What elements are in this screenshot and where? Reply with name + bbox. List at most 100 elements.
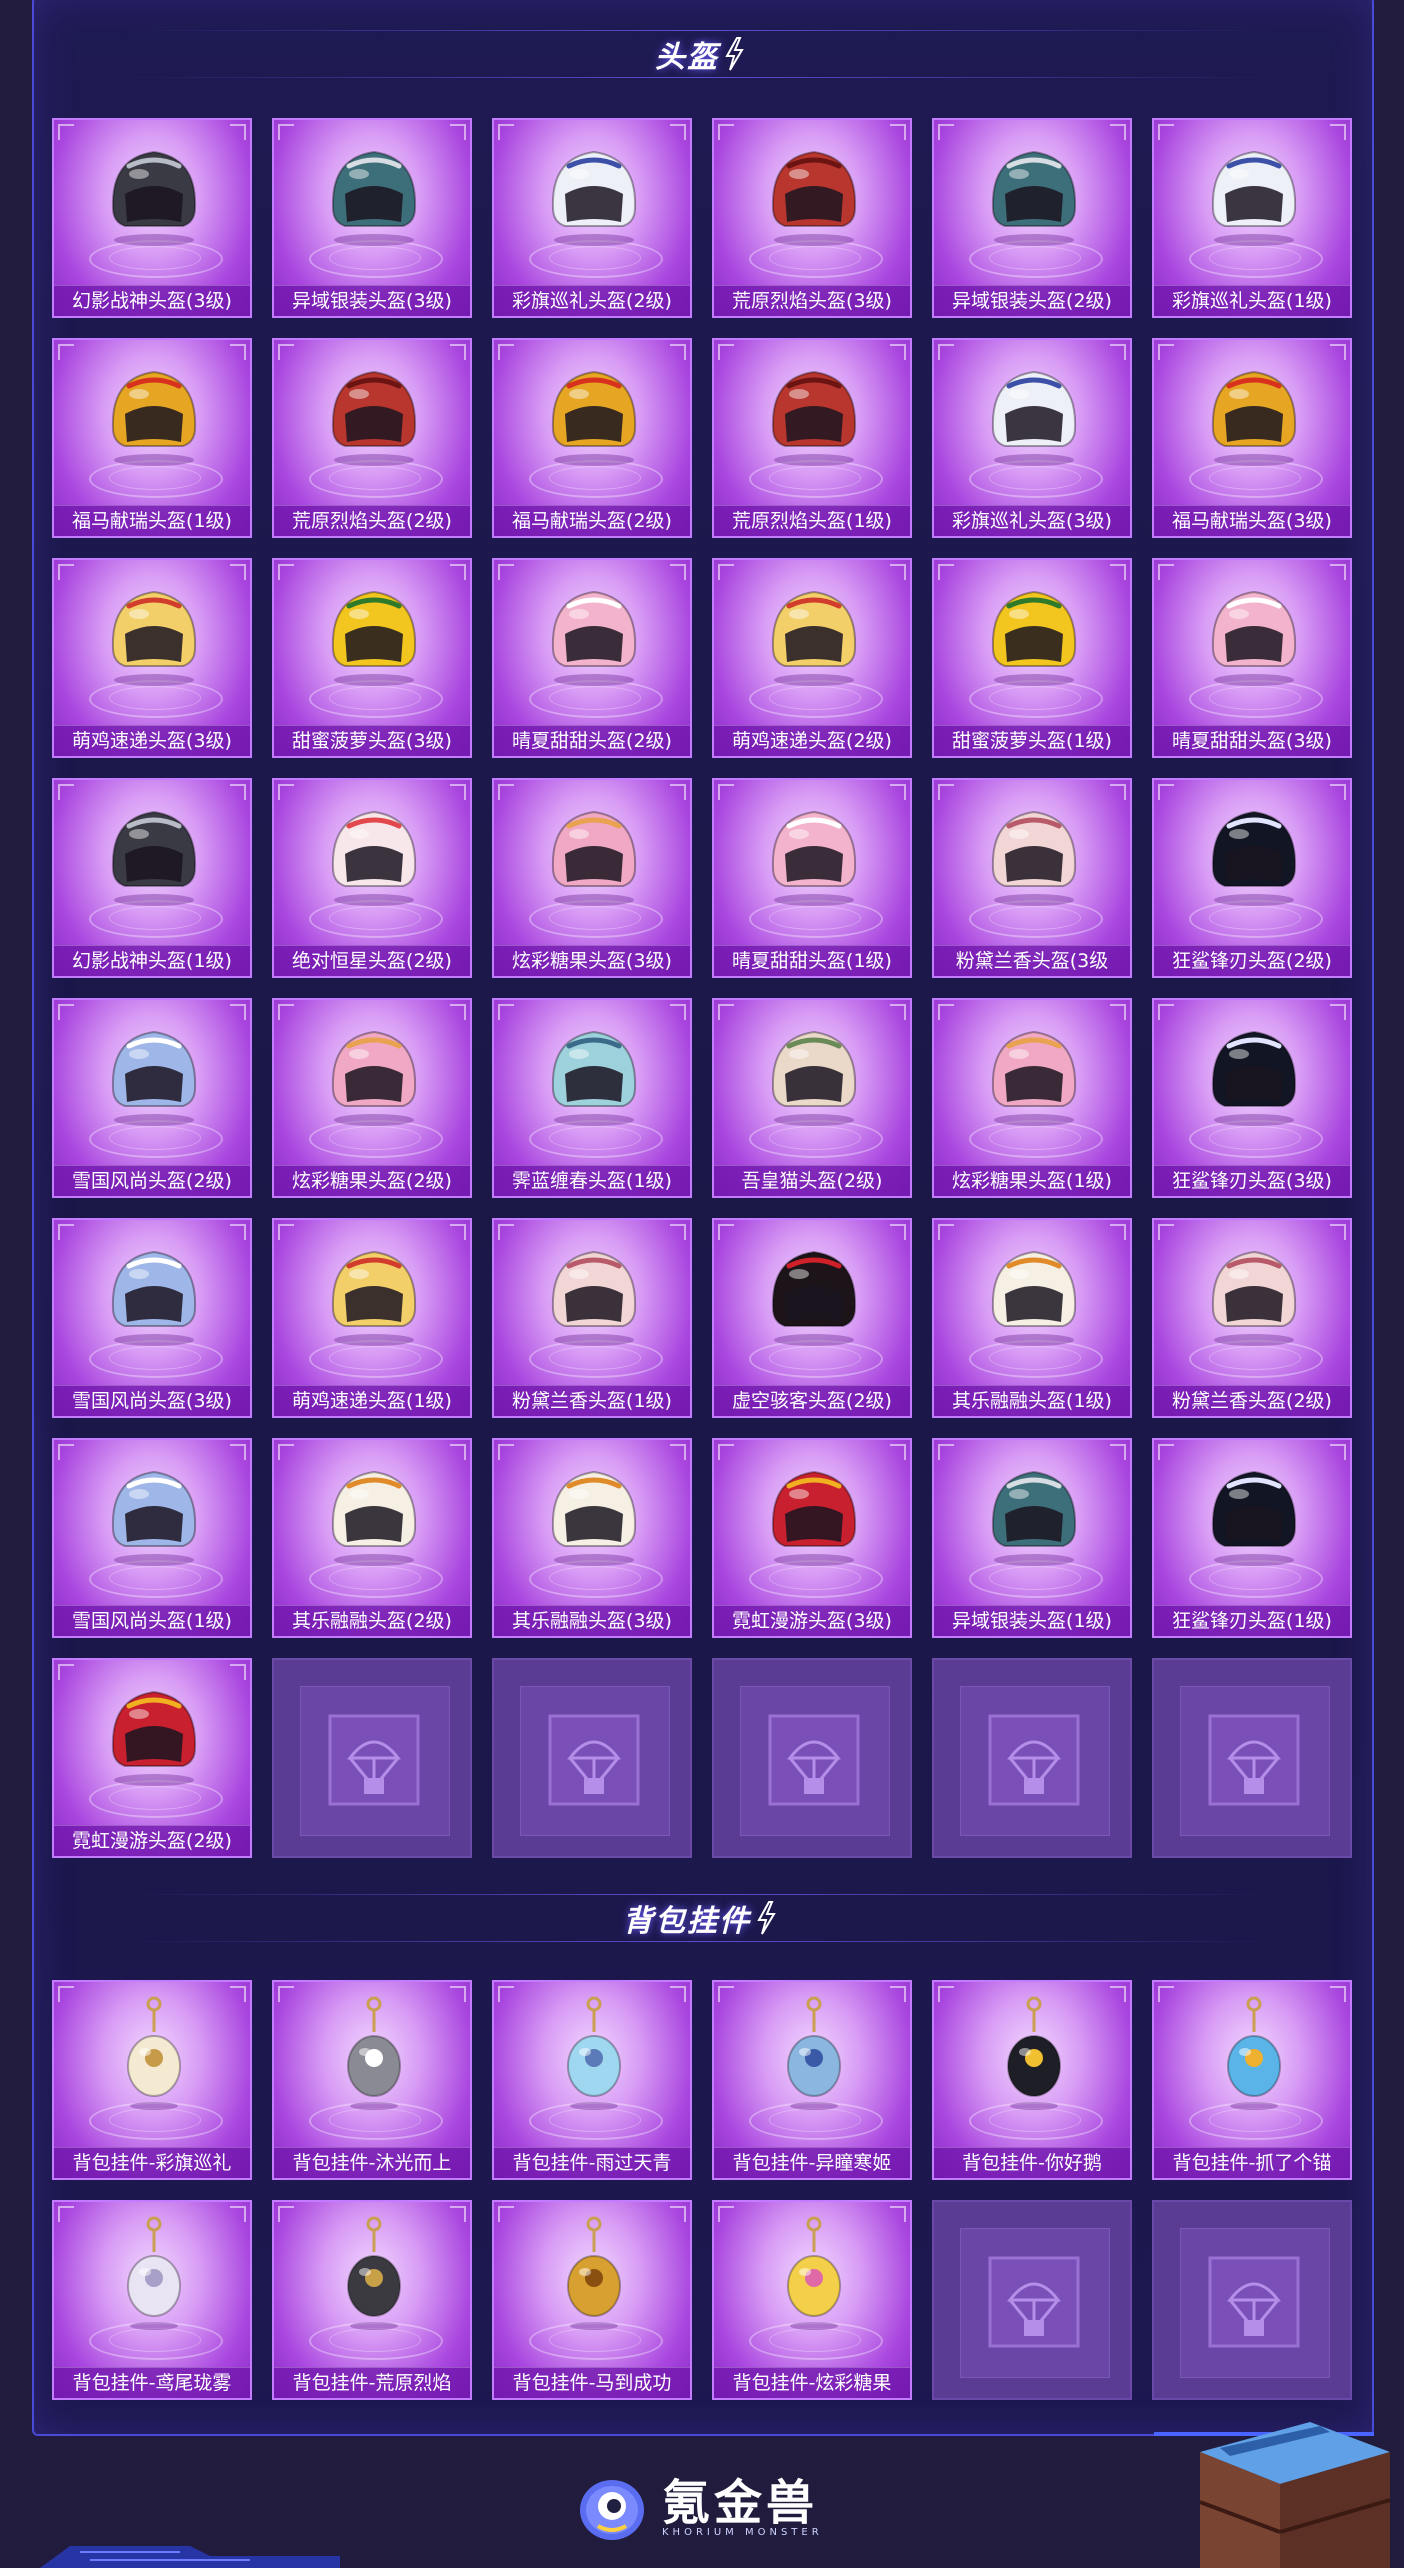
helmet-card[interactable]: 福马献瑞头盔(2级) (492, 338, 692, 538)
pedestal-ring (329, 906, 421, 930)
helmet-label: 荒原烈焰头盔(3级) (714, 285, 910, 316)
helmet-card[interactable]: 雪国风尚头盔(1级) (52, 1438, 252, 1638)
helmet-card[interactable]: 晴夏甜甜头盔(2级) (492, 558, 692, 758)
pedestal-ring (109, 246, 201, 270)
helmet-card[interactable]: 萌鸡速递头盔(3级) (52, 558, 252, 758)
card-corner (1158, 784, 1174, 800)
empty-slot (932, 1658, 1132, 1858)
helmet-label: 异域银装头盔(2级) (934, 285, 1130, 316)
helmet-card[interactable]: 雪国风尚头盔(2级) (52, 998, 252, 1198)
card-corner (450, 784, 466, 800)
card-corner (718, 2206, 734, 2222)
pedestal-ring (989, 686, 1081, 710)
helmet-card[interactable]: 福马献瑞头盔(1级) (52, 338, 252, 538)
helmet-card[interactable]: 萌鸡速递头盔(1级) (272, 1218, 472, 1418)
card-corner (450, 564, 466, 580)
brand-subtitle: KHORIUM MONSTER (662, 2526, 823, 2538)
card-corner (1330, 1444, 1346, 1460)
card-corner (278, 1444, 294, 1460)
card-corner (230, 564, 246, 580)
helmet-card[interactable]: 炫彩糖果头盔(2级) (272, 998, 472, 1198)
helmet-card[interactable]: 绝对恒星头盔(2级) (272, 778, 472, 978)
helmet-card[interactable]: 其乐融融头盔(1级) (932, 1218, 1132, 1418)
helmet-card[interactable]: 幻影战神头盔(3级) (52, 118, 252, 318)
charm-card[interactable]: 背包挂件-异瞳寒姬 (712, 1980, 912, 2180)
pedestal-ring (109, 1126, 201, 1150)
helmet-card[interactable]: 狂鲨锋刃头盔(2级) (1152, 778, 1352, 978)
lightning-icon (725, 37, 744, 71)
card-corner (670, 1004, 686, 1020)
card-corner (230, 1224, 246, 1240)
card-corner (890, 2206, 906, 2222)
card-corner (230, 1004, 246, 1020)
helmet-card[interactable]: 霁蓝缠春头盔(1级) (492, 998, 692, 1198)
helmet-card[interactable]: 粉黛兰香头盔(1级) (492, 1218, 692, 1418)
pedestal-ring (1209, 1126, 1301, 1150)
helmet-card[interactable]: 霓虹漫游头盔(3级) (712, 1438, 912, 1638)
card-corner (938, 1986, 954, 2002)
pedestal-ring (769, 1566, 861, 1590)
helmet-card[interactable]: 荒原烈焰头盔(3级) (712, 118, 912, 318)
airdrop-crate-icon (1199, 2422, 1391, 2568)
helmet-label: 甜蜜菠萝头盔(3级) (274, 725, 470, 756)
helmet-label: 粉黛兰香头盔(2级) (1154, 1385, 1350, 1416)
charm-card[interactable]: 背包挂件-马到成功 (492, 2200, 692, 2400)
card-corner (938, 344, 954, 360)
helmet-card[interactable]: 福马献瑞头盔(3级) (1152, 338, 1352, 538)
charm-card[interactable]: 背包挂件-炫彩糖果 (712, 2200, 912, 2400)
helmet-card[interactable]: 吾皇猫头盔(2级) (712, 998, 912, 1198)
card-corner (938, 564, 954, 580)
helmet-card[interactable]: 萌鸡速递头盔(2级) (712, 558, 912, 758)
charm-card[interactable]: 背包挂件-雨过天青 (492, 1980, 692, 2180)
charm-card[interactable]: 背包挂件-你好鹅 (932, 1980, 1132, 2180)
charms-section-header: 背包挂件 (120, 1882, 1280, 1954)
helmet-card[interactable]: 雪国风尚头盔(3级) (52, 1218, 252, 1418)
card-corner (718, 1004, 734, 1020)
brand-logo: 氪金兽 KHORIUM MONSTER (574, 2470, 823, 2546)
helmet-card[interactable]: 狂鲨锋刃头盔(3级) (1152, 998, 1352, 1198)
charm-card[interactable]: 背包挂件-彩旗巡礼 (52, 1980, 252, 2180)
card-corner (58, 784, 74, 800)
helmet-card[interactable]: 甜蜜菠萝头盔(1级) (932, 558, 1132, 758)
helmet-card[interactable]: 彩旗巡礼头盔(2级) (492, 118, 692, 318)
card-corner (498, 564, 514, 580)
card-corner (1330, 124, 1346, 140)
helmet-card[interactable]: 彩旗巡礼头盔(3级) (932, 338, 1132, 538)
charm-card[interactable]: 背包挂件-沐光而上 (272, 1980, 472, 2180)
helmet-card[interactable]: 甜蜜菠萝头盔(3级) (272, 558, 472, 758)
helmet-card[interactable]: 炫彩糖果头盔(1级) (932, 998, 1132, 1198)
card-corner (450, 344, 466, 360)
empty-slot (1152, 2200, 1352, 2400)
helmet-card[interactable]: 霓虹漫游头盔(2级) (52, 1658, 252, 1858)
helmet-card[interactable]: 异域银装头盔(1级) (932, 1438, 1132, 1638)
helmet-card[interactable]: 异域银装头盔(2级) (932, 118, 1132, 318)
helmet-card[interactable]: 其乐融融头盔(3级) (492, 1438, 692, 1638)
card-corner (1158, 564, 1174, 580)
card-corner (498, 1224, 514, 1240)
helmet-card[interactable]: 粉黛兰香头盔(3级 (932, 778, 1132, 978)
charm-card[interactable]: 背包挂件-抓了个锚 (1152, 1980, 1352, 2180)
helmet-card[interactable]: 其乐融融头盔(2级) (272, 1438, 472, 1638)
helmet-label: 雪国风尚头盔(2级) (54, 1165, 250, 1196)
card-corner (890, 1986, 906, 2002)
helmet-card[interactable]: 晴夏甜甜头盔(1级) (712, 778, 912, 978)
helmet-label: 异域银装头盔(3级) (274, 285, 470, 316)
helmet-label: 绝对恒星头盔(2级) (274, 945, 470, 976)
helmet-card[interactable]: 荒原烈焰头盔(1级) (712, 338, 912, 538)
pedestal-ring (1209, 686, 1301, 710)
helmet-label: 粉黛兰香头盔(3级 (934, 945, 1130, 976)
helmet-card[interactable]: 异域银装头盔(3级) (272, 118, 472, 318)
charm-card[interactable]: 背包挂件-荒原烈焰 (272, 2200, 472, 2400)
helmet-card[interactable]: 狂鲨锋刃头盔(1级) (1152, 1438, 1352, 1638)
helmet-card[interactable]: 虚空骇客头盔(2级) (712, 1218, 912, 1418)
helmet-card[interactable]: 粉黛兰香头盔(2级) (1152, 1218, 1352, 1418)
charm-card[interactable]: 背包挂件-鸢尾珑雾 (52, 2200, 252, 2400)
helmet-card[interactable]: 炫彩糖果头盔(3级) (492, 778, 692, 978)
helmet-card[interactable]: 晴夏甜甜头盔(3级) (1152, 558, 1352, 758)
card-corner (1330, 1224, 1346, 1240)
card-corner (718, 1444, 734, 1460)
helmet-card[interactable]: 幻影战神头盔(1级) (52, 778, 252, 978)
helmet-card[interactable]: 彩旗巡礼头盔(1级) (1152, 118, 1352, 318)
pedestal-ring (989, 1346, 1081, 1370)
helmet-card[interactable]: 荒原烈焰头盔(2级) (272, 338, 472, 538)
